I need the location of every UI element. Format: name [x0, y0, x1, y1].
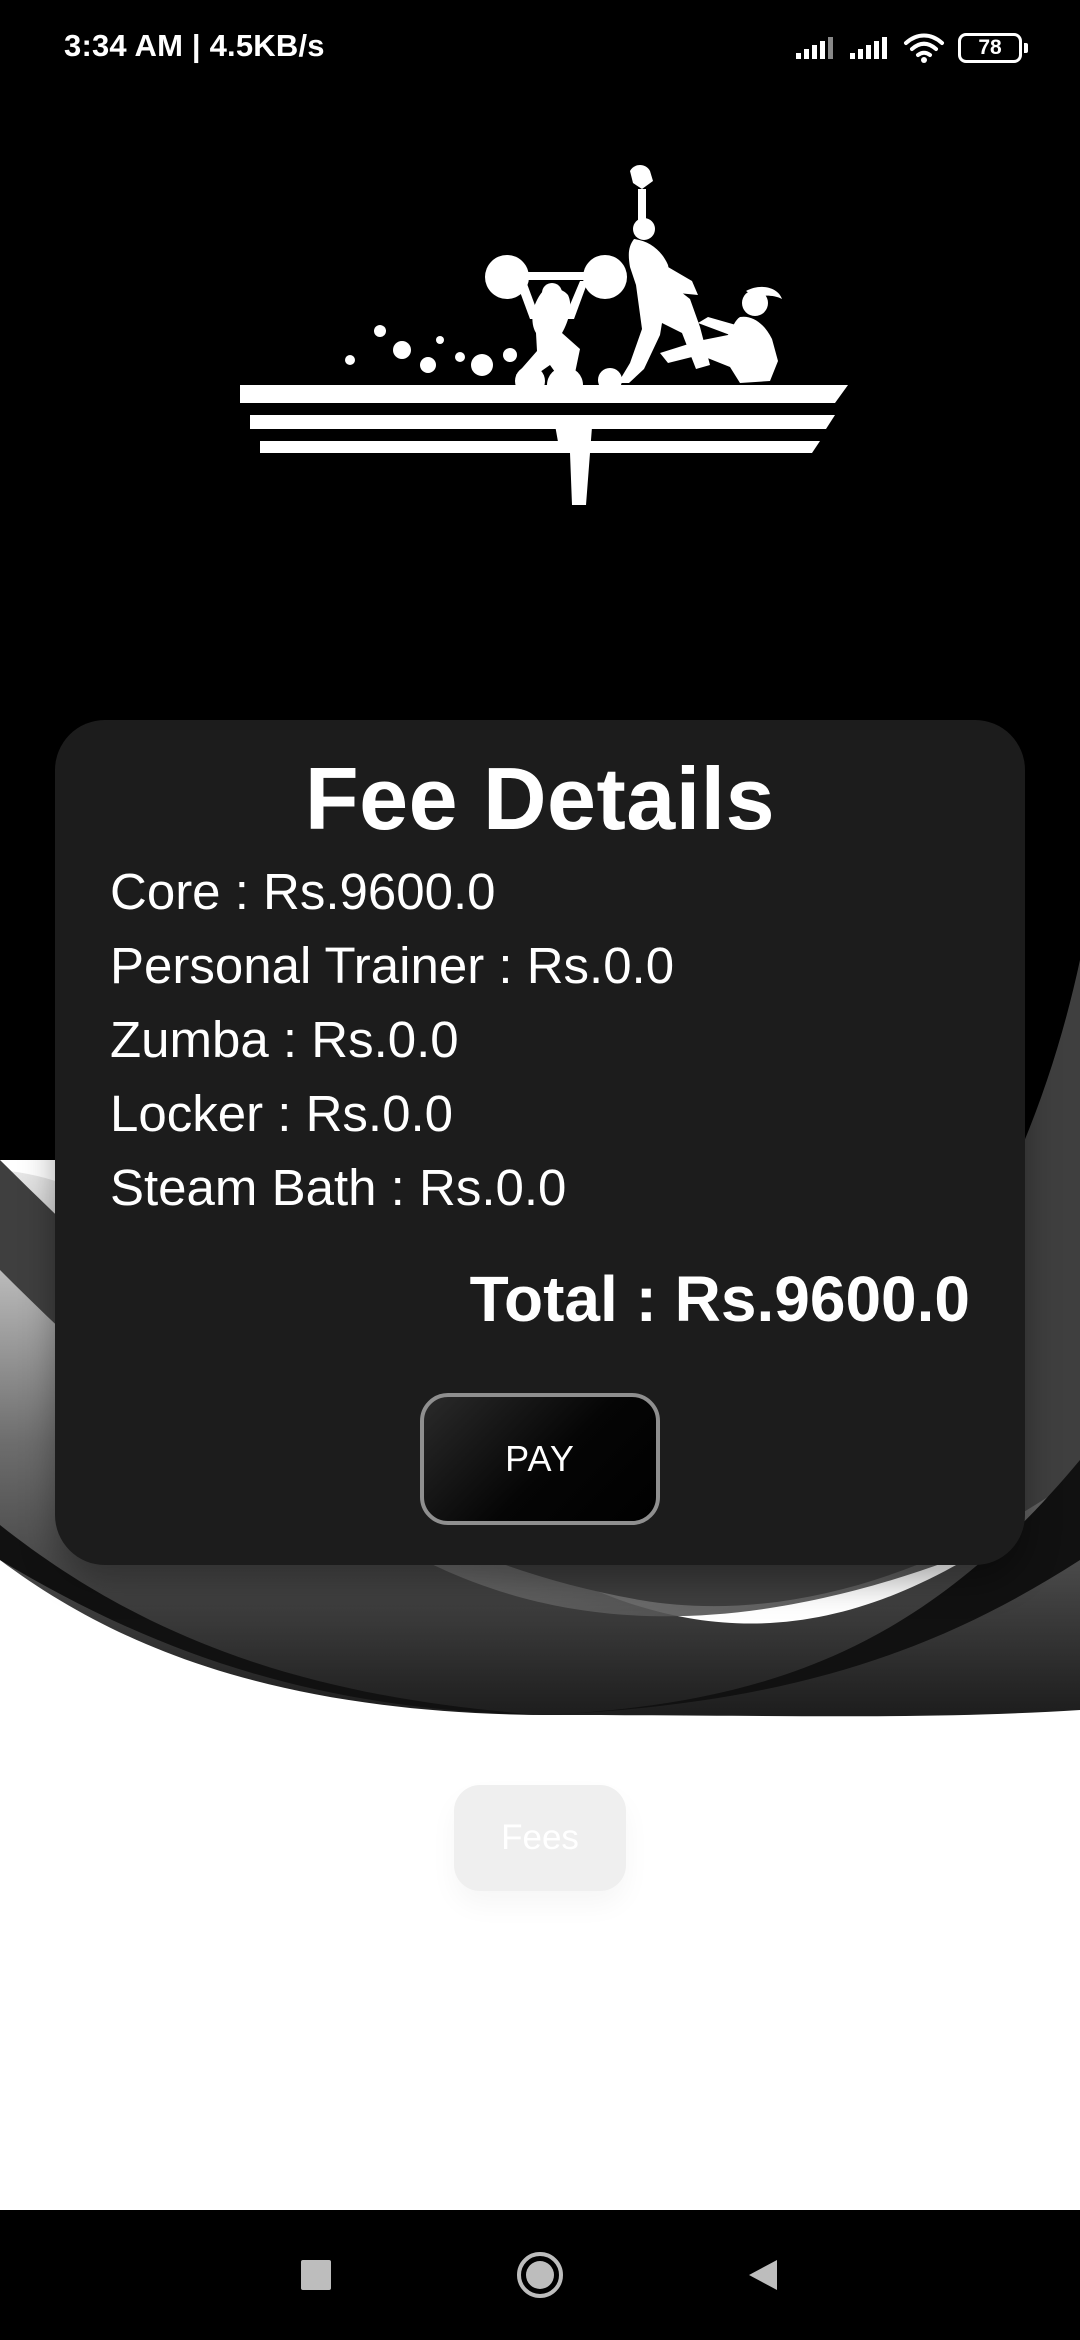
circle-icon [517, 2252, 563, 2298]
battery-icon: 78 [958, 33, 1028, 63]
triangle-back-icon [749, 2260, 777, 2290]
home-button[interactable] [475, 2210, 605, 2340]
fee-item-core: Core : Rs.9600.0 [110, 863, 496, 920]
fee-item-locker: Locker : Rs.0.0 [110, 1085, 453, 1142]
total-amount: Total : Rs.9600.0 [469, 1263, 970, 1335]
fee-details-title: Fee Details [304, 749, 776, 848]
signal-icon [850, 37, 887, 59]
fee-list: Core : Rs.9600.0 Personal Trainer : Rs.0… [110, 855, 970, 1225]
fee-item-zumba: Zumba : Rs.0.0 [110, 1011, 459, 1068]
status-icons: 78 [794, 30, 1028, 66]
recents-button[interactable] [251, 2210, 381, 2340]
gym-logo-icon [240, 165, 848, 505]
wifi-icon [904, 33, 944, 63]
pay-button[interactable]: PAY [420, 1393, 660, 1525]
back-button[interactable] [697, 2210, 827, 2340]
fee-details-card: Fee Details Core : Rs.9600.0 Personal Tr… [55, 720, 1025, 1565]
signal-icon [796, 37, 833, 59]
app-screen: 3:34 AM | 4.5KB/s 78 Fee Details Core: … [0, 0, 1080, 2340]
fee-item-personal-trainer: Personal Trainer : Rs.0.0 [110, 937, 675, 994]
navigation-bar [0, 2210, 1080, 2340]
status-time-speed: 3:34 AM | 4.5KB/s [64, 28, 325, 63]
fees-button[interactable]: Fees [454, 1785, 626, 1891]
status-bar: 3:34 AM | 4.5KB/s 78 [0, 0, 1080, 96]
square-icon [301, 2260, 331, 2290]
fee-item-steam-bath: Steam Bath : Rs.0.0 [110, 1159, 567, 1216]
